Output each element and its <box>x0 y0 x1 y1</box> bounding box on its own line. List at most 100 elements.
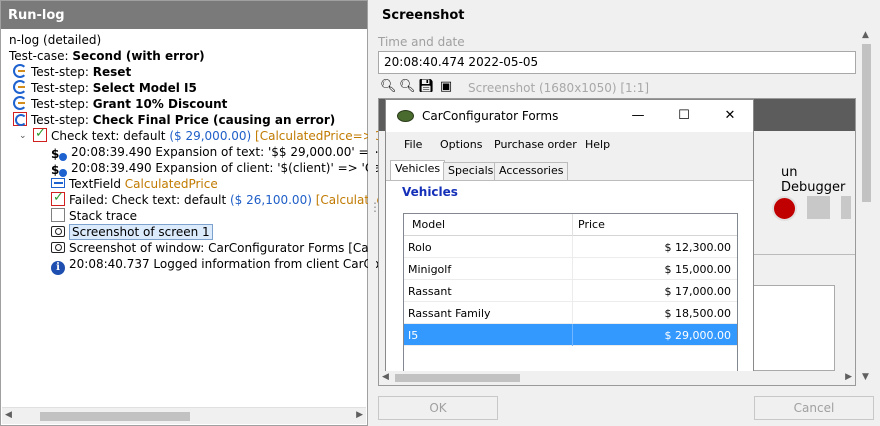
check-error-icon <box>33 126 47 142</box>
test-step-icon <box>13 64 27 78</box>
stop-button-icon <box>807 196 830 219</box>
tree-check-text[interactable]: Check text: default ($ 29,000.00) [Calcu… <box>33 126 393 144</box>
column-divider <box>572 280 573 302</box>
screenshot-horizontal-scrollbar[interactable]: ◀ ▶ <box>379 371 855 385</box>
tree-stack-trace[interactable]: Stack trace <box>51 208 137 224</box>
scroll-up-icon[interactable]: ▲ <box>862 30 869 40</box>
time-and-date-field[interactable]: 20:08:40.474 2022-05-05 <box>378 51 856 74</box>
scroll-left-icon[interactable]: ◀ <box>5 410 12 420</box>
tree-test-case[interactable]: Test-case: Second (with error) <box>9 48 205 64</box>
app-menubar: File Options Purchase order Help <box>386 132 753 160</box>
info-icon: i <box>51 261 65 275</box>
tree-failed-check[interactable]: Failed: Check text: default ($ 26,100.00… <box>51 190 391 208</box>
logged-info-label: 20:08:40.737 Logged information from cli… <box>69 257 380 271</box>
scrollbar-thumb[interactable] <box>40 412 190 421</box>
run-log-horizontal-scrollbar[interactable]: ◀ ▶ <box>2 407 366 424</box>
test-case-prefix: Test-case: <box>9 49 73 63</box>
minimize-icon[interactable]: — <box>628 106 648 126</box>
cell-model: Rassant <box>408 285 452 298</box>
step-prefix: Test-step: <box>31 65 93 79</box>
column-divider <box>572 258 573 280</box>
tree-root[interactable]: n-log (detailed) <box>9 32 101 48</box>
save-icon[interactable]: 💾︎ <box>418 79 435 95</box>
divider <box>753 254 855 255</box>
screenshot-panel-title: Screenshot <box>382 8 465 23</box>
menu-options[interactable]: Options <box>440 138 482 151</box>
step-prefix: Test-step: <box>31 81 93 95</box>
textfield-label: TextField <box>69 177 121 191</box>
step-name: Select Model I5 <box>92 81 197 95</box>
failed-text-label: Failed: Check text: default <box>69 193 227 207</box>
cell-price: $ 12,300.00 <box>664 241 731 254</box>
vehicles-table[interactable]: Model Price Rolo $ 12,300.00 Minigolf $ 15… <box>403 213 738 381</box>
vehicles-heading: Vehicles <box>402 185 458 199</box>
tree-root-label: n-log (detailed) <box>9 33 102 47</box>
scroll-right-icon[interactable]: ▶ <box>356 410 363 420</box>
screenshot-window-label: Screenshot of window: CarConfigurator Fo… <box>69 241 374 255</box>
scroll-down-icon[interactable]: ▼ <box>862 372 869 382</box>
tab-specials[interactable]: Specials <box>443 162 499 180</box>
column-header-model[interactable]: Model <box>412 218 445 231</box>
app-titlebar: CarConfigurator Forms — ☐ ✕ <box>386 100 753 132</box>
tree-step-discount[interactable]: Test-step: Grant 10% Discount <box>13 96 227 112</box>
zoom-out-icon[interactable]: 🔍︎ <box>380 79 397 95</box>
time-and-date-label: Time and date <box>378 35 465 49</box>
panel-splitter[interactable] <box>368 0 381 426</box>
tree-expansion-client[interactable]: $20:08:39.490 Expansion of client: '$(cl… <box>51 160 394 177</box>
run-log-title: Run-log <box>1 1 367 29</box>
screenshot-vertical-scrollbar[interactable]: ▲ ▼ <box>858 28 875 384</box>
menu-file[interactable]: File <box>404 138 422 151</box>
scroll-right-icon[interactable]: ▶ <box>845 372 852 382</box>
column-header-price[interactable]: Price <box>578 218 605 231</box>
scroll-left-icon[interactable]: ◀ <box>382 372 389 382</box>
tree-logged-info[interactable]: i 20:08:40.737 Logged information from cl… <box>51 256 380 275</box>
vehicles-tab-panel: Vehicles Model Price Rolo $ 12,300.00 Min… <box>386 180 753 385</box>
maximize-icon[interactable]: ☐ <box>674 106 694 126</box>
menu-help[interactable]: Help <box>585 138 610 151</box>
screenshot-info: Screenshot (1680x1050) [1:1] <box>468 81 650 95</box>
table-row[interactable]: Rolo $ 12,300.00 <box>404 236 737 258</box>
screenshot-viewer[interactable]: un Debugger CarConfigurator Forms — ☐ ✕ … <box>378 98 856 386</box>
test-case-name: Second (with error) <box>72 49 205 63</box>
zoom-in-icon[interactable]: 🔍︎ <box>399 79 416 95</box>
tree-screenshot-screen[interactable]: Screenshot of screen 1 <box>51 224 213 240</box>
tab-vehicles[interactable]: Vehicles <box>390 160 446 180</box>
tree-screenshot-window[interactable]: Screenshot of window: CarConfigurator Fo… <box>51 240 374 256</box>
app-title: CarConfigurator Forms <box>422 109 559 123</box>
carconfigurator-window: CarConfigurator Forms — ☐ ✕ File Options… <box>385 99 754 385</box>
table-row[interactable]: Rassant $ 17,000.00 <box>404 280 737 302</box>
step-name: Reset <box>92 65 132 79</box>
table-header: Model Price <box>404 214 737 236</box>
ok-button[interactable]: OK <box>378 396 498 420</box>
scrollbar-thumb[interactable] <box>395 374 520 382</box>
tree-step-select-model[interactable]: Test-step: Select Model I5 <box>13 80 197 96</box>
cancel-button[interactable]: Cancel <box>754 396 874 420</box>
run-log-panel: Run-log n-log (detailed) Test-case: Seco… <box>0 0 394 426</box>
cell-model: Minigolf <box>408 263 452 276</box>
tree-step-check-final-price[interactable]: Test-step: Check Final Price (causing an… <box>13 112 335 128</box>
menu-purchase-order[interactable]: Purchase order <box>494 138 577 151</box>
step-prefix: Test-step: <box>31 113 93 127</box>
camera-icon <box>51 242 65 253</box>
textfield-name: CalculatedPrice <box>124 177 218 191</box>
collapse-chevron-icon[interactable]: ⌄ <box>19 131 27 141</box>
tree-textfield[interactable]: TextField CalculatedPrice <box>51 176 218 192</box>
table-row[interactable]: Rassant Family $ 18,500.00 <box>404 302 737 324</box>
tree-expansion-text[interactable]: $20:08:39.490 Expansion of text: '$$ 29,… <box>51 144 393 161</box>
table-row[interactable]: Minigolf $ 15,000.00 <box>404 258 737 280</box>
cell-price: $ 29,000.00 <box>664 329 731 342</box>
scrollbar-thumb[interactable] <box>862 44 871 202</box>
variable-icon: $ <box>51 162 67 177</box>
step-prefix: Test-step: <box>31 97 93 111</box>
cell-model: I5 <box>408 329 419 342</box>
screenshot-background-pane <box>753 285 835 371</box>
tab-accessories[interactable]: Accessories <box>494 162 569 180</box>
test-step-error-icon <box>13 112 27 126</box>
close-icon[interactable]: ✕ <box>720 106 740 126</box>
tree-step-reset[interactable]: Test-step: Reset <box>13 64 131 80</box>
screenshot-screen-label: Screenshot of screen 1 <box>69 224 213 240</box>
table-row-selected[interactable]: I5 $ 29,000.00 <box>404 324 737 346</box>
cell-price: $ 18,500.00 <box>664 307 731 320</box>
fit-window-icon[interactable]: ▣ <box>438 79 454 95</box>
expansion-client-label: 20:08:39.490 Expansion of client: '$(cli… <box>71 161 394 175</box>
